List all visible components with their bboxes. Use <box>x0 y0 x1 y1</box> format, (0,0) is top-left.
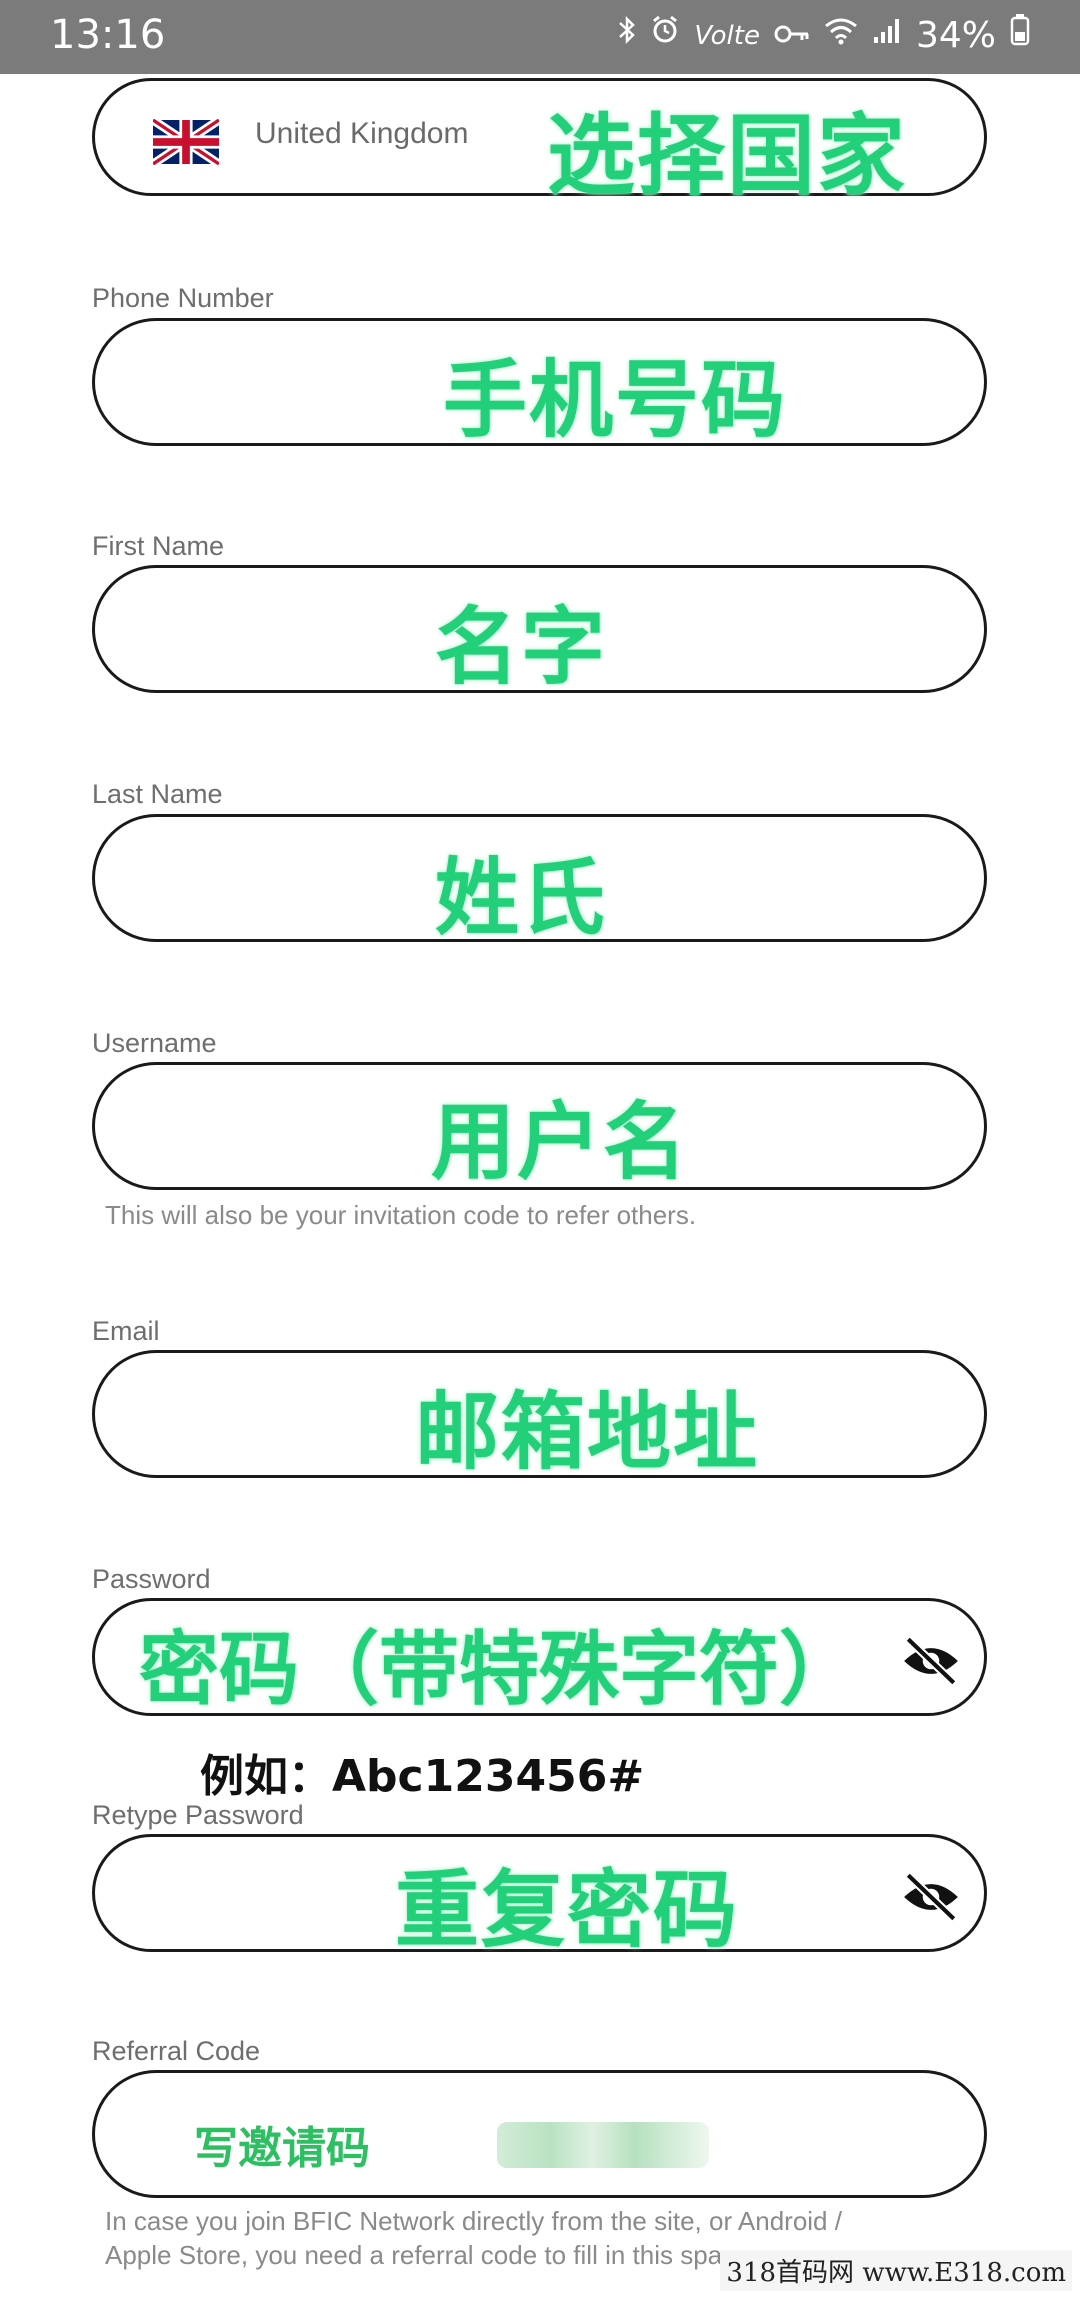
country-select[interactable]: United Kingdom 选择国家 <box>92 78 987 207</box>
email-input[interactable]: 邮箱地址 <box>92 1350 987 1481</box>
phone-overlay: 手机号码 <box>443 351 788 449</box>
password-input[interactable]: 密码（带特殊字符） <box>92 1598 987 1716</box>
phone-label: Phone Number <box>92 283 274 313</box>
last-name-label: Last Name <box>92 779 223 809</box>
volte-indicator: Volte <box>694 20 760 51</box>
password-example: 例如：Abc123456# <box>200 1751 645 1802</box>
hide-retype-password-icon[interactable] <box>900 1869 962 1925</box>
first-name-label: First Name <box>92 531 225 561</box>
email-label: Email <box>92 1316 160 1346</box>
referral-helper-line1: In case you join BFIC Network directly f… <box>105 2206 842 2236</box>
first-name-overlay: 名字 <box>435 598 608 696</box>
status-icons: Volte 34% <box>618 14 1030 57</box>
retype-password-input[interactable]: 重复密码 <box>92 1834 987 1959</box>
referral-label: Referral Code <box>92 2036 261 2066</box>
phone-input[interactable]: 手机号码 <box>92 318 987 449</box>
wifi-icon <box>824 16 858 56</box>
country-value: United Kingdom <box>255 117 469 150</box>
last-name-overlay: 姓氏 <box>435 849 608 947</box>
last-name-input[interactable]: 姓氏 <box>92 814 987 947</box>
vpn-key-icon <box>774 16 810 56</box>
username-input[interactable]: 用户名 <box>92 1062 987 1191</box>
status-bar: 13:16 Volte 34% <box>0 0 1080 74</box>
password-overlay: 密码（带特殊字符） <box>139 1623 859 1716</box>
site-watermark: 318首码网 www.E318.com <box>720 2250 1072 2291</box>
referral-overlay: 写邀请码 <box>194 2123 370 2174</box>
hide-password-icon[interactable] <box>900 1633 962 1689</box>
email-overlay: 邮箱地址 <box>415 1383 760 1481</box>
password-label: Password <box>92 1564 211 1594</box>
retype-password-overlay: 重复密码 <box>395 1861 740 1959</box>
battery-icon <box>1010 14 1030 57</box>
retype-password-label: Retype Password <box>92 1800 304 1830</box>
screen: 13:16 Volte 34% United Kingdom 选择国家 Phon… <box>0 0 1080 2299</box>
first-name-input[interactable]: 名字 <box>92 565 987 696</box>
battery-percent: 34% <box>915 15 996 56</box>
signal-icon <box>872 16 902 56</box>
blurred-referral-code <box>497 2122 709 2168</box>
username-overlay: 用户名 <box>431 1093 690 1191</box>
bluetooth-icon <box>618 15 636 56</box>
status-time: 13:16 <box>50 12 166 58</box>
uk-flag-icon <box>153 119 219 165</box>
username-helper: This will also be your invitation code t… <box>105 1200 697 1230</box>
username-label: Username <box>92 1028 217 1058</box>
alarm-icon <box>650 15 680 56</box>
country-overlay: 选择国家 <box>547 104 908 207</box>
referral-helper-line2: Apple Store, you need a referral code to… <box>105 2240 757 2270</box>
